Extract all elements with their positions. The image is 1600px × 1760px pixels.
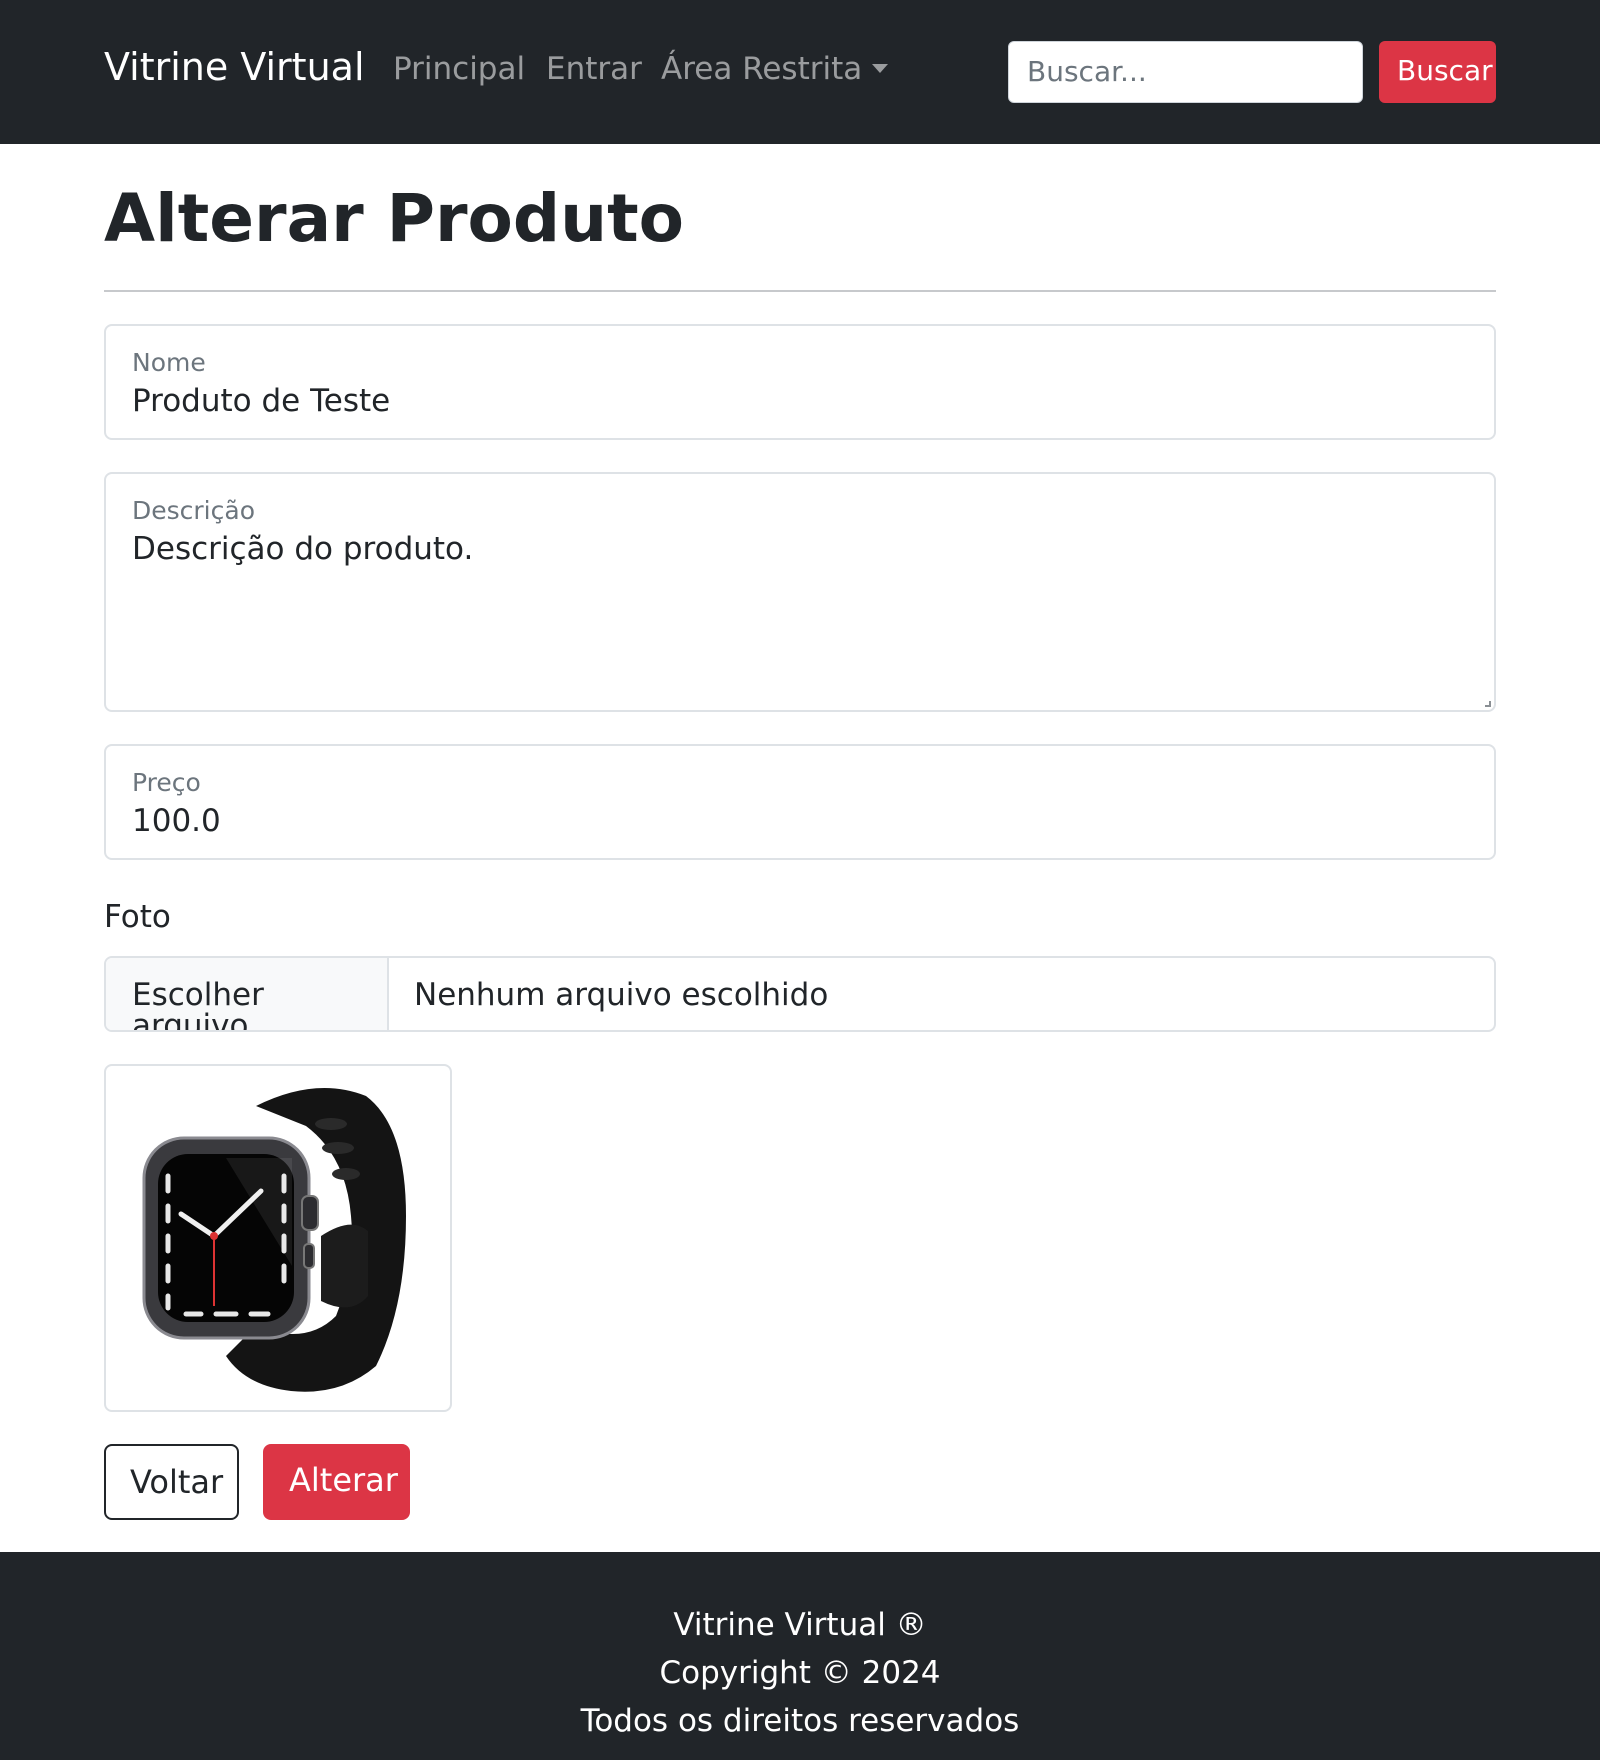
search-placeholder: Buscar... [1027, 55, 1147, 88]
nav-dropdown-label: Área Restrita [661, 51, 863, 87]
product-photo-thumbnail [104, 1064, 452, 1412]
footer-copyright: Copyright © 2024 [659, 1655, 941, 1691]
page-title: Alterar Produto [104, 180, 685, 257]
alterar-button[interactable]: Alterar [263, 1444, 410, 1520]
preco-field[interactable]: Preço 100.0 [104, 744, 1496, 860]
nome-value: Produto de Teste [132, 383, 391, 419]
choose-file-button[interactable]: Escolher arquivo [106, 958, 389, 1030]
footer-rights: Todos os direitos reservados [580, 1703, 1020, 1739]
descricao-label: Descrição [132, 496, 255, 525]
search-input[interactable]: Buscar... [1008, 41, 1363, 103]
voltar-button[interactable]: Voltar [104, 1444, 239, 1520]
caret-down-icon [872, 64, 889, 73]
preco-value: 100.0 [132, 803, 221, 839]
voltar-label: Voltar [130, 1463, 224, 1501]
descricao-textarea[interactable]: Descrição Descrição do produto. [104, 472, 1496, 712]
top-navbar: Vitrine Virtual Principal Entrar Área Re… [0, 0, 1600, 144]
nav-link-principal[interactable]: Principal [393, 54, 525, 85]
preco-label: Preço [132, 768, 201, 797]
search-button-label: Buscar [1397, 54, 1493, 87]
search-button[interactable]: Buscar [1379, 41, 1496, 103]
title-divider [104, 290, 1496, 292]
nav-dropdown-area-restrita[interactable]: Área Restrita [661, 51, 889, 87]
descricao-value: Descrição do produto. [132, 531, 474, 567]
footer-brand: Vitrine Virtual ® [673, 1607, 927, 1643]
page-footer: Vitrine Virtual ® Copyright © 2024 Todos… [0, 1552, 1600, 1760]
nome-field[interactable]: Nome Produto de Teste [104, 324, 1496, 440]
nome-label: Nome [132, 348, 206, 377]
choose-file-label: Escolher arquivo [132, 977, 264, 1032]
foto-label: Foto [104, 899, 171, 935]
alterar-label: Alterar [289, 1461, 398, 1499]
nav-link-entrar[interactable]: Entrar [546, 54, 642, 85]
resize-handle-icon[interactable] [1485, 701, 1491, 707]
brand-link[interactable]: Vitrine Virtual [104, 48, 365, 86]
foto-file-input[interactable]: Escolher arquivo Nenhum arquivo escolhid… [104, 956, 1496, 1032]
file-status: Nenhum arquivo escolhido [414, 977, 829, 1013]
smartwatch-photo-icon [142, 1088, 406, 1392]
